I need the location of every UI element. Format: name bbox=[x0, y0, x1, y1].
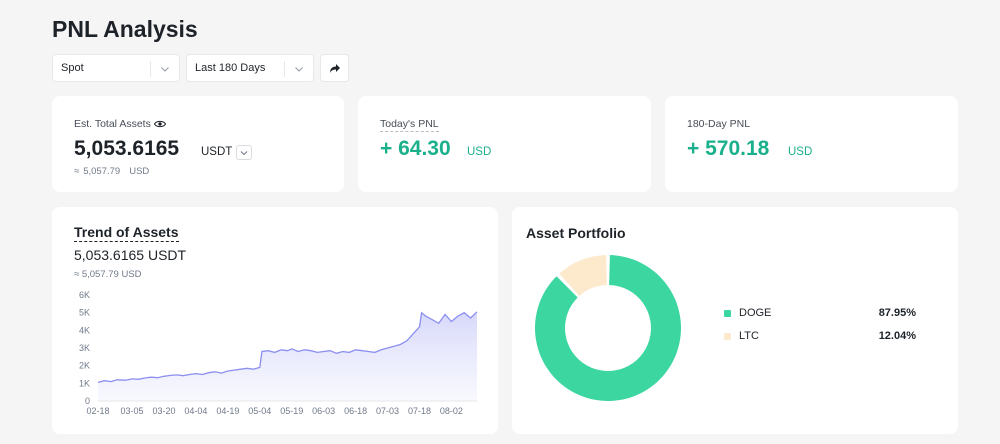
today-pnl-label[interactable]: Today's PNL bbox=[380, 118, 439, 132]
trend-value: 5,053.6165 USDT bbox=[74, 247, 187, 263]
legend-percent: 12.04% bbox=[878, 330, 916, 342]
today-pnl-card: Today's PNL + 64.30 USD bbox=[358, 96, 651, 192]
time-range-select[interactable]: Last 180 Days bbox=[186, 54, 314, 82]
approx-unit: USD bbox=[129, 166, 150, 177]
legend-label: LTC bbox=[739, 330, 759, 342]
share-button[interactable] bbox=[320, 54, 349, 82]
y-tick-label: 5K bbox=[79, 308, 90, 318]
chevron-down-icon bbox=[240, 150, 248, 155]
portfolio-title: Asset Portfolio bbox=[526, 225, 626, 241]
legend-swatch bbox=[724, 309, 731, 317]
legend-label: DOGE bbox=[739, 307, 772, 319]
y-tick-label: 2K bbox=[79, 361, 90, 371]
y-tick-label: 1K bbox=[79, 378, 90, 388]
x-tick-label: 02-18 bbox=[86, 406, 109, 416]
today-pnl-unit: USD bbox=[467, 146, 492, 158]
approx-symbol: ≈ bbox=[74, 166, 80, 177]
total-assets-card: Est. Total Assets 5,053.6165 USDT ≈5,057… bbox=[52, 96, 344, 192]
today-pnl-value: + 64.30 bbox=[380, 137, 451, 160]
pnl-180-card: 180-Day PNL + 570.18 USD bbox=[665, 96, 958, 192]
pnl-180-label: 180-Day PNL bbox=[687, 118, 751, 130]
pnl-180-value: + 570.18 bbox=[687, 137, 770, 160]
legend-percent: 87.95% bbox=[878, 307, 916, 319]
x-tick-label: 06-03 bbox=[312, 406, 335, 416]
y-tick-label: 3K bbox=[79, 343, 90, 353]
legend-swatch bbox=[724, 332, 731, 340]
x-tick-label: 08-02 bbox=[440, 406, 463, 416]
total-assets-unit: USDT bbox=[201, 146, 233, 158]
y-tick-label: 0 bbox=[85, 396, 90, 406]
select-divider bbox=[284, 61, 285, 77]
total-assets-label: Est. Total Assets bbox=[74, 118, 151, 130]
portfolio-donut-chart[interactable] bbox=[512, 207, 958, 434]
x-tick-label: 06-18 bbox=[344, 406, 367, 416]
x-tick-label: 07-03 bbox=[376, 406, 399, 416]
portfolio-card: Asset Portfolio DOGE 87.95% LTC 12.04% bbox=[512, 207, 958, 434]
pnl-180-unit: USD bbox=[788, 146, 813, 158]
account-type-select[interactable]: Spot bbox=[52, 54, 180, 82]
y-tick-label: 6K bbox=[79, 290, 90, 300]
legend-item-ltc: LTC 12.04% bbox=[724, 330, 916, 342]
donut-slice-doge[interactable] bbox=[535, 255, 681, 402]
share-icon bbox=[329, 63, 340, 73]
unit-toggle-button[interactable] bbox=[236, 145, 252, 160]
select-divider bbox=[150, 61, 151, 77]
total-assets-approx: ≈5,057.79 USD bbox=[74, 166, 149, 177]
y-tick-label: 4K bbox=[79, 325, 90, 335]
page-title: PNL Analysis bbox=[52, 16, 198, 42]
x-tick-label: 04-19 bbox=[216, 406, 239, 416]
x-tick-label: 05-04 bbox=[248, 406, 271, 416]
eye-icon[interactable] bbox=[154, 119, 166, 129]
chevron-down-icon bbox=[161, 67, 169, 72]
chevron-down-icon bbox=[295, 67, 303, 72]
trend-card: 0 1K 2K 3K 4K 5K 6K 02-18 03-05 03-20 04-04 04-19 05… bbox=[52, 207, 498, 434]
x-tick-label: 03-20 bbox=[152, 406, 175, 416]
legend-item-doge: DOGE 87.95% bbox=[724, 307, 916, 319]
account-type-value: Spot bbox=[61, 62, 84, 74]
x-tick-label: 05-19 bbox=[280, 406, 303, 416]
trend-approx: ≈ 5,057.79 USD bbox=[74, 269, 142, 280]
x-tick-label: 07-18 bbox=[408, 406, 431, 416]
total-assets-value: 5,053.6165 bbox=[74, 137, 180, 160]
trend-title[interactable]: Trend of Assets bbox=[74, 224, 179, 242]
x-tick-label: 04-04 bbox=[184, 406, 207, 416]
approx-value: 5,057.79 bbox=[83, 166, 121, 177]
time-range-value: Last 180 Days bbox=[195, 62, 266, 74]
x-tick-label: 03-05 bbox=[121, 406, 144, 416]
